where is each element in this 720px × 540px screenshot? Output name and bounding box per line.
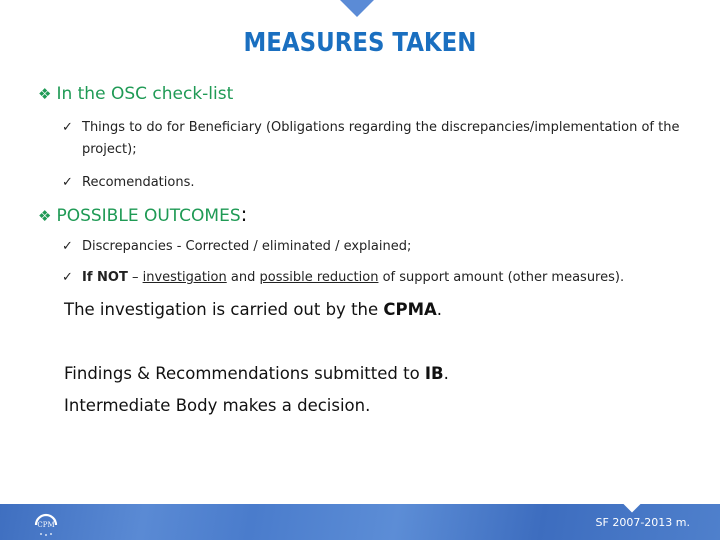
top-notch-decoration: [340, 0, 374, 17]
section-heading-text: POSSIBLE OUTCOMES: [56, 206, 241, 226]
footer-bar: CPM SF 2007-2013 m.: [0, 495, 720, 540]
paragraph-text: Findings & Recommendations submitted to: [64, 364, 425, 383]
cpm-logo-icon: CPM: [34, 513, 58, 536]
diamond-bullet-icon: ❖: [38, 85, 52, 103]
list-item-tail: of support amount (other measures).: [378, 270, 625, 285]
connector: and: [226, 270, 260, 285]
diamond-bullet-icon: ❖: [38, 207, 52, 225]
paragraph-bold: IB: [424, 364, 444, 383]
underlined-possible-reduction: possible reduction: [259, 270, 379, 285]
section-heading-osc: ❖ In the OSC check-list: [38, 84, 233, 104]
footer-label: SF 2007-2013 m.: [595, 516, 690, 529]
list-item-text: Recomendations.: [82, 175, 195, 190]
slide-title: MEASURES TAKEN: [243, 28, 477, 58]
paragraph-end: .: [436, 300, 443, 319]
list-item-text: Things to do for Beneficiary (Obligation…: [82, 120, 680, 135]
paragraph-text: Intermediate Body makes a decision.: [64, 396, 371, 415]
logo-text: CPM: [37, 521, 54, 529]
bold-prefix: If NOT: [82, 270, 128, 285]
paragraph-bold: CPMA: [383, 300, 437, 319]
list-item: ✓ Discrepancies - Corrected / eliminated …: [62, 236, 698, 258]
underlined-investigation: investigation: [142, 270, 227, 285]
paragraph-findings: Findings & Recommendations submitted to …: [64, 364, 449, 383]
paragraph-decision: Intermediate Body makes a decision.: [64, 396, 370, 415]
section-heading-text: In the OSC check-list: [56, 84, 234, 104]
check-icon: ✓: [62, 239, 73, 254]
list-item-continuation: project);: [82, 142, 137, 157]
list-item: ✓ Things to do for Beneficiary (Obligatio…: [62, 117, 698, 161]
check-icon: ✓: [62, 270, 73, 285]
paragraph-text: The investigation is carried out by the: [64, 300, 384, 319]
list-item-text: Discrepancies - Corrected / eliminated /…: [82, 239, 412, 254]
footer-notch-decoration: [623, 495, 641, 513]
list-item: ✓ If NOT – investigation and possible red…: [62, 267, 698, 289]
dash: –: [127, 270, 143, 285]
paragraph-investigation: The investigation is carried out by the …: [64, 300, 442, 319]
list-item: ✓ Recomendations.: [62, 172, 698, 194]
check-icon: ✓: [62, 120, 73, 135]
check-icon: ✓: [62, 175, 73, 190]
section-heading-outcomes: ❖ POSSIBLE OUTCOMES:: [38, 202, 247, 226]
paragraph-end: .: [443, 364, 449, 383]
heading-colon: :: [240, 202, 248, 226]
